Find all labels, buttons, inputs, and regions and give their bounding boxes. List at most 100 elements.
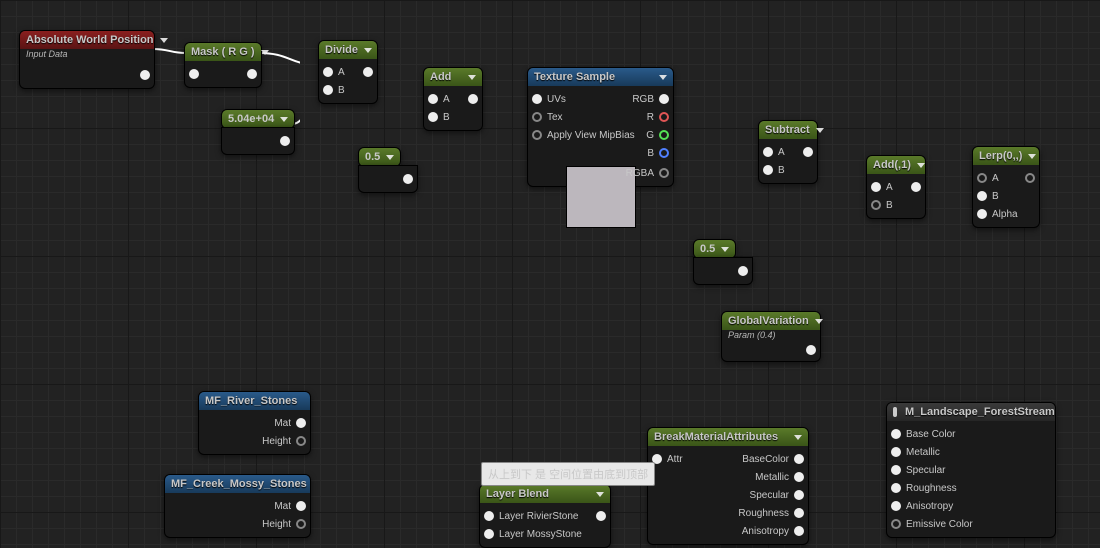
node-subtract[interactable]: Subtract A B [758, 120, 818, 184]
node-header[interactable]: MF_River_Stones [199, 392, 310, 410]
output-pin[interactable] [794, 526, 804, 536]
output-pin-height[interactable] [296, 436, 306, 446]
output-pin[interactable] [911, 182, 921, 192]
node-constant-body[interactable] [358, 165, 418, 193]
node-header[interactable]: BreakMaterialAttributes [648, 428, 808, 446]
output-pin-mat[interactable] [296, 501, 306, 511]
output-pin-rgb[interactable] [659, 94, 669, 104]
input-pin[interactable] [891, 465, 901, 475]
chevron-down-icon [364, 48, 372, 53]
input-pin-tex[interactable] [532, 112, 542, 122]
input-pin-a[interactable] [763, 147, 773, 157]
input-pin-b[interactable] [428, 112, 438, 122]
output-pin[interactable] [806, 345, 816, 355]
output-pin[interactable] [596, 511, 606, 521]
input-pin-a[interactable] [871, 182, 881, 192]
node-header[interactable]: GlobalVariation [722, 312, 820, 330]
node-constant[interactable]: 0.5 [358, 147, 401, 167]
output-pin[interactable] [363, 67, 373, 77]
node-subtitle: Param (0.4) [722, 330, 820, 343]
node-constant[interactable]: 5.04e+04 [221, 109, 295, 129]
node-texture-sample[interactable]: Texture Sample UVsRGB TexR Apply View Mi… [527, 67, 674, 187]
input-pin[interactable] [484, 511, 494, 521]
input-pin-a[interactable] [323, 67, 333, 77]
input-pin-alpha[interactable] [977, 209, 987, 219]
node-header[interactable]: Add [424, 68, 482, 86]
input-pin-b[interactable] [871, 200, 881, 210]
node-global-variation[interactable]: GlobalVariation Param (0.4) [721, 311, 821, 362]
output-pin-g[interactable] [659, 130, 669, 140]
constant-value: 5.04e+04 [228, 113, 274, 125]
node-divide[interactable]: Divide A B [318, 40, 378, 104]
node-header[interactable]: Mask ( R G ) [185, 43, 261, 61]
node-header[interactable]: M_Landscape_ForestStream [887, 403, 1055, 421]
input-pin-a[interactable] [977, 173, 987, 183]
output-pin[interactable] [794, 454, 804, 464]
output-pin[interactable] [794, 472, 804, 482]
node-layer-blend[interactable]: Layer Blend Layer RivierStone Layer Moss… [479, 484, 611, 548]
node-break-material-attributes[interactable]: BreakMaterialAttributes AttrBaseColor Me… [647, 427, 809, 545]
input-pin-uvs[interactable] [532, 94, 542, 104]
node-constant[interactable]: 0.5 [693, 239, 736, 259]
output-pin[interactable] [247, 69, 257, 79]
output-pin-height[interactable] [296, 519, 306, 529]
output-pin[interactable] [803, 147, 813, 157]
output-pin[interactable] [468, 94, 478, 104]
node-mask-rg[interactable]: Mask ( R G ) [184, 42, 262, 88]
node-header[interactable]: Layer Blend [480, 485, 610, 503]
input-pin-a[interactable] [428, 94, 438, 104]
input-pin[interactable] [891, 429, 901, 439]
input-pin-b[interactable] [977, 191, 987, 201]
output-pin[interactable] [738, 266, 748, 276]
output-pin[interactable] [403, 174, 413, 184]
input-pin[interactable] [189, 69, 199, 79]
input-pin[interactable] [891, 519, 901, 529]
node-header[interactable]: MF_Creek_Mossy_Stones [165, 475, 310, 493]
node-lerp[interactable]: Lerp(0,,) A B Alpha [972, 146, 1040, 228]
output-pin[interactable] [794, 508, 804, 518]
pin-label: Tex [542, 112, 568, 123]
node-header[interactable]: Add(,1) [867, 156, 925, 174]
pin-label: Anisotropy [901, 501, 958, 512]
chevron-down-icon [815, 319, 823, 324]
output-pin[interactable] [794, 490, 804, 500]
chevron-down-icon [721, 247, 729, 252]
pin-label: UVs [542, 94, 571, 105]
pin-label: R [642, 112, 659, 123]
output-pin-b[interactable] [659, 148, 669, 158]
output-pin[interactable] [280, 136, 290, 146]
node-title: Subtract [765, 124, 810, 136]
input-pin-b[interactable] [323, 85, 333, 95]
node-add-1[interactable]: Add(,1) A B [866, 155, 926, 219]
output-pin-rgba[interactable] [659, 168, 669, 178]
pin-label: Metallic [750, 472, 794, 483]
pin-label: RGBA [621, 168, 659, 179]
node-mf-river-stones[interactable]: MF_River_Stones Mat Height [198, 391, 311, 455]
input-pin[interactable] [891, 447, 901, 457]
input-pin[interactable] [891, 501, 901, 511]
pin-label: B [333, 85, 350, 96]
input-pin[interactable] [484, 529, 494, 539]
output-pin[interactable] [140, 70, 150, 80]
node-constant-body[interactable] [693, 257, 753, 285]
node-mf-creek-mossy-stones[interactable]: MF_Creek_Mossy_Stones Mat Height [164, 474, 311, 538]
node-absolute-world-position[interactable]: Absolute World Position Input Data [19, 30, 155, 89]
node-header[interactable]: Lerp(0,,) [973, 147, 1039, 165]
node-material-output[interactable]: M_Landscape_ForestStream Base Color Meta… [886, 402, 1056, 538]
node-header[interactable]: Absolute World Position [20, 31, 154, 49]
chevron-down-icon [816, 128, 824, 133]
node-add[interactable]: Add A B [423, 67, 483, 131]
node-header[interactable]: Texture Sample [528, 68, 673, 86]
output-pin[interactable] [1025, 173, 1035, 183]
input-pin-b[interactable] [763, 165, 773, 175]
node-header[interactable]: Divide [319, 41, 377, 59]
pin-label: A [987, 173, 1004, 184]
node-header[interactable]: Subtract [759, 121, 817, 139]
pin-label: Mat [269, 418, 296, 429]
output-pin-mat[interactable] [296, 418, 306, 428]
input-pin-mip[interactable] [532, 130, 542, 140]
input-pin[interactable] [891, 483, 901, 493]
output-pin-r[interactable] [659, 112, 669, 122]
pin-label: Mat [269, 501, 296, 512]
node-constant-body[interactable] [221, 127, 295, 155]
